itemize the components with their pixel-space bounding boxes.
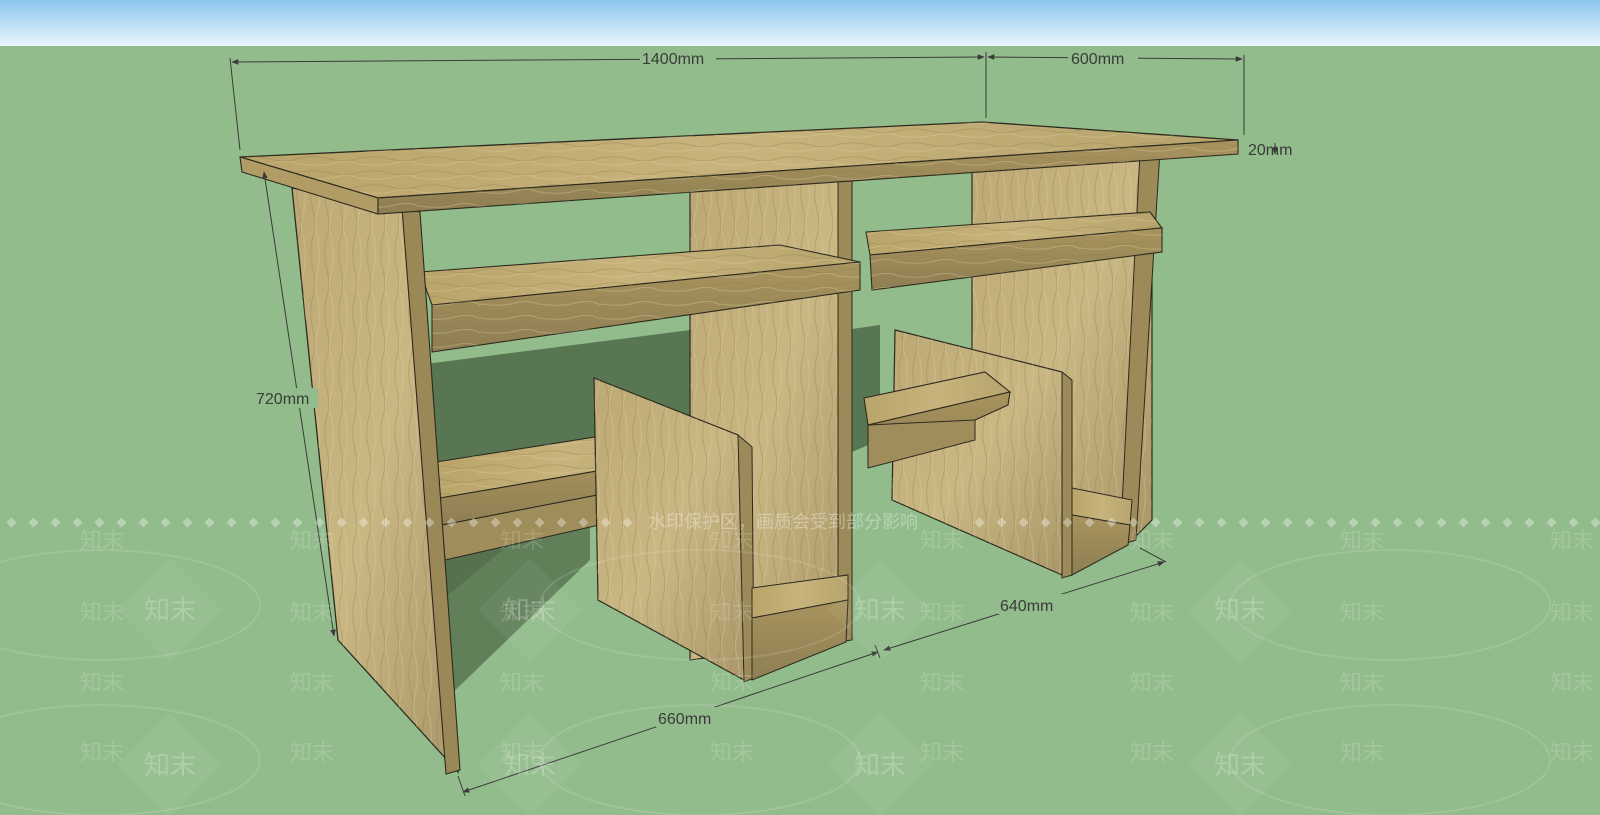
- watermark-text: 知末: [710, 601, 754, 626]
- watermark-text: 知末: [1550, 741, 1594, 766]
- watermark-text: 知末: [290, 671, 334, 696]
- watermark-text: 知末: [290, 529, 334, 554]
- watermark-text: 知末: [1340, 671, 1384, 696]
- dim-bay-right: 640mm: [1000, 598, 1053, 615]
- watermark-text: 知末: [500, 671, 544, 696]
- watermark-logo-text: 知末: [144, 751, 196, 781]
- watermark-text: 知末: [1550, 529, 1594, 554]
- dim-width-top: 1400mm: [642, 51, 704, 68]
- watermark-logo-text: 知末: [1214, 596, 1266, 626]
- watermark-text: 知末: [1550, 671, 1594, 696]
- watermark-logo-text: 知末: [144, 596, 196, 626]
- watermark-text: 知末: [290, 741, 334, 766]
- watermark-text: 知末: [920, 529, 964, 554]
- watermark-text: 知末: [1130, 741, 1174, 766]
- watermark-logo-text: 知末: [1214, 751, 1266, 781]
- watermark-banner-text: 水印保护区，画质会受到部分影响: [648, 512, 918, 533]
- watermark-text: 知末: [1130, 601, 1174, 626]
- watermark-text: 知末: [500, 529, 544, 554]
- desk-model-scene: 1400mm 600mm 20mm 720mm 640mm 660mm 知末 知末…: [0, 0, 1600, 815]
- watermark-logo-text: 知末: [854, 596, 906, 626]
- dim-bay-left: 660mm: [658, 711, 711, 728]
- watermark-text: 知末: [1550, 601, 1594, 626]
- watermark-text: 知末: [1340, 741, 1384, 766]
- dim-thickness-top: 20mm: [1248, 142, 1292, 159]
- watermark-text: 知末: [1130, 671, 1174, 696]
- watermark-text: 知末: [80, 601, 124, 626]
- watermark-text: 知末: [290, 601, 334, 626]
- watermark-logo-text: 知末: [854, 751, 906, 781]
- watermark-text: 知末: [710, 671, 754, 696]
- sketchup-viewport[interactable]: 1400mm 600mm 20mm 720mm 640mm 660mm 知末 知末…: [0, 0, 1600, 815]
- watermark-text: 知末: [80, 741, 124, 766]
- watermark-text: 知末: [1130, 529, 1174, 554]
- watermark-text: 知末: [920, 671, 964, 696]
- watermark-text: 知末: [1340, 601, 1384, 626]
- watermark-text: 知末: [710, 741, 754, 766]
- watermark-text: 知末: [80, 671, 124, 696]
- dim-depth-top: 600mm: [1071, 51, 1124, 68]
- dim-height: 720mm: [256, 391, 309, 408]
- sky-band: [0, 0, 1600, 46]
